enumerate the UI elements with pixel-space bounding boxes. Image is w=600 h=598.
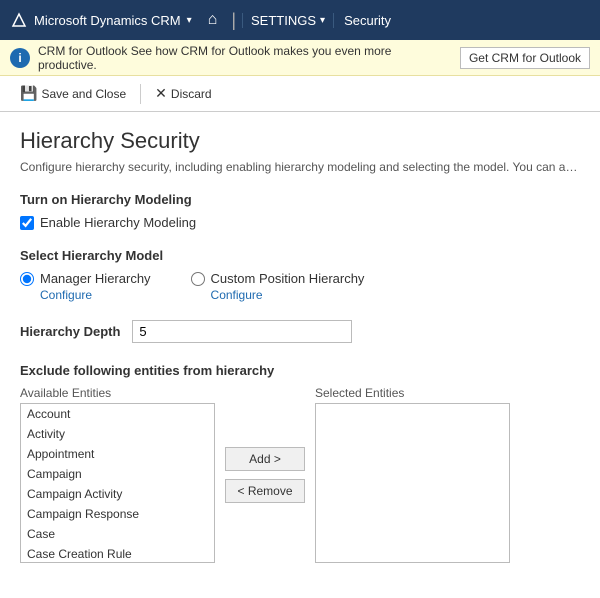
toolbar: 💾 Save and Close ✕ Discard: [0, 76, 600, 112]
nav-separator-1: |: [231, 10, 236, 31]
custom-hierarchy-configure-link[interactable]: Configure: [211, 288, 365, 302]
manager-hierarchy-label: Manager Hierarchy: [40, 271, 151, 286]
hierarchy-depth-section: Hierarchy Depth: [20, 320, 580, 343]
discard-button[interactable]: ✕ Discard: [145, 81, 221, 106]
list-item[interactable]: Campaign Activity: [21, 484, 214, 504]
main-content: Hierarchy Security Configure hierarchy s…: [0, 112, 600, 579]
dynamics-logo-icon: [10, 11, 28, 29]
enable-hierarchy-checkbox[interactable]: [20, 216, 34, 230]
entities-container: Available Entities Account Activity Appo…: [20, 386, 580, 563]
save-icon: 💾: [20, 85, 37, 102]
exclude-entities-section: Exclude following entities from hierarch…: [20, 363, 580, 563]
custom-hierarchy-radio-row: Custom Position Hierarchy: [191, 271, 365, 286]
list-item[interactable]: Appointment: [21, 444, 214, 464]
hierarchy-depth-input[interactable]: [132, 320, 352, 343]
selected-entities-header: Selected Entities: [315, 386, 510, 400]
nav-logo-text: Microsoft Dynamics CRM: [34, 13, 181, 28]
page-description: Configure hierarchy security, including …: [20, 160, 580, 174]
selected-entities-wrapper: Selected Entities: [315, 386, 510, 563]
nav-home-button[interactable]: ⌂: [200, 11, 226, 29]
exclude-entities-label: Exclude following entities from hierarch…: [20, 363, 580, 378]
list-item[interactable]: Account: [21, 404, 214, 424]
list-item[interactable]: Campaign: [21, 464, 214, 484]
turn-on-section-label: Turn on Hierarchy Modeling: [20, 192, 580, 207]
available-entities-wrapper: Available Entities Account Activity Appo…: [20, 386, 215, 563]
hierarchy-model-radio-row: Manager Hierarchy Configure Custom Posit…: [20, 271, 580, 302]
available-entities-ul: Account Activity Appointment Campaign Ca…: [21, 404, 214, 563]
add-remove-buttons: Add > < Remove: [225, 447, 305, 503]
manager-hierarchy-option: Manager Hierarchy Configure: [20, 271, 151, 302]
list-item[interactable]: Activity: [21, 424, 214, 444]
remove-button[interactable]: < Remove: [225, 479, 305, 503]
custom-hierarchy-option: Custom Position Hierarchy Configure: [191, 271, 365, 302]
list-item[interactable]: Case: [21, 524, 214, 544]
nav-logo[interactable]: Microsoft Dynamics CRM ▾: [10, 11, 200, 29]
available-entities-header: Available Entities: [20, 386, 215, 400]
nav-logo-chevron[interactable]: ▾: [187, 15, 192, 26]
available-entities-list[interactable]: Account Activity Appointment Campaign Ca…: [20, 403, 215, 563]
page-title: Hierarchy Security: [20, 128, 580, 154]
hierarchy-model-section: Select Hierarchy Model Manager Hierarchy…: [20, 248, 580, 302]
custom-hierarchy-label: Custom Position Hierarchy: [211, 271, 365, 286]
selected-entities-list[interactable]: [315, 403, 510, 563]
nav-settings-chevron[interactable]: ▾: [320, 15, 325, 26]
custom-hierarchy-radio[interactable]: [191, 272, 205, 286]
discard-icon: ✕: [155, 85, 167, 102]
home-icon: ⌂: [208, 11, 218, 28]
nav-settings-label: SETTINGS: [251, 13, 316, 28]
hierarchy-model-label: Select Hierarchy Model: [20, 248, 580, 263]
info-bar-text: CRM for Outlook See how CRM for Outlook …: [38, 44, 452, 72]
manager-hierarchy-radio-row: Manager Hierarchy: [20, 271, 151, 286]
enable-hierarchy-row: Enable Hierarchy Modeling: [20, 215, 580, 230]
add-button[interactable]: Add >: [225, 447, 305, 471]
info-bar: i CRM for Outlook See how CRM for Outloo…: [0, 40, 600, 76]
nav-security-label: Security: [334, 13, 401, 28]
manager-hierarchy-radio[interactable]: [20, 272, 34, 286]
get-crm-outlook-button[interactable]: Get CRM for Outlook: [460, 47, 590, 69]
nav-settings-button[interactable]: SETTINGS ▾: [242, 13, 334, 28]
save-and-close-button[interactable]: 💾 Save and Close: [10, 81, 136, 106]
info-icon: i: [10, 48, 30, 68]
top-navigation: Microsoft Dynamics CRM ▾ ⌂ | SETTINGS ▾ …: [0, 0, 600, 40]
toolbar-separator: [140, 84, 141, 104]
list-item[interactable]: Campaign Response: [21, 504, 214, 524]
hierarchy-depth-label: Hierarchy Depth: [20, 324, 120, 339]
manager-hierarchy-configure-link[interactable]: Configure: [40, 288, 151, 302]
list-item[interactable]: Case Creation Rule: [21, 544, 214, 563]
enable-hierarchy-label[interactable]: Enable Hierarchy Modeling: [40, 215, 196, 230]
